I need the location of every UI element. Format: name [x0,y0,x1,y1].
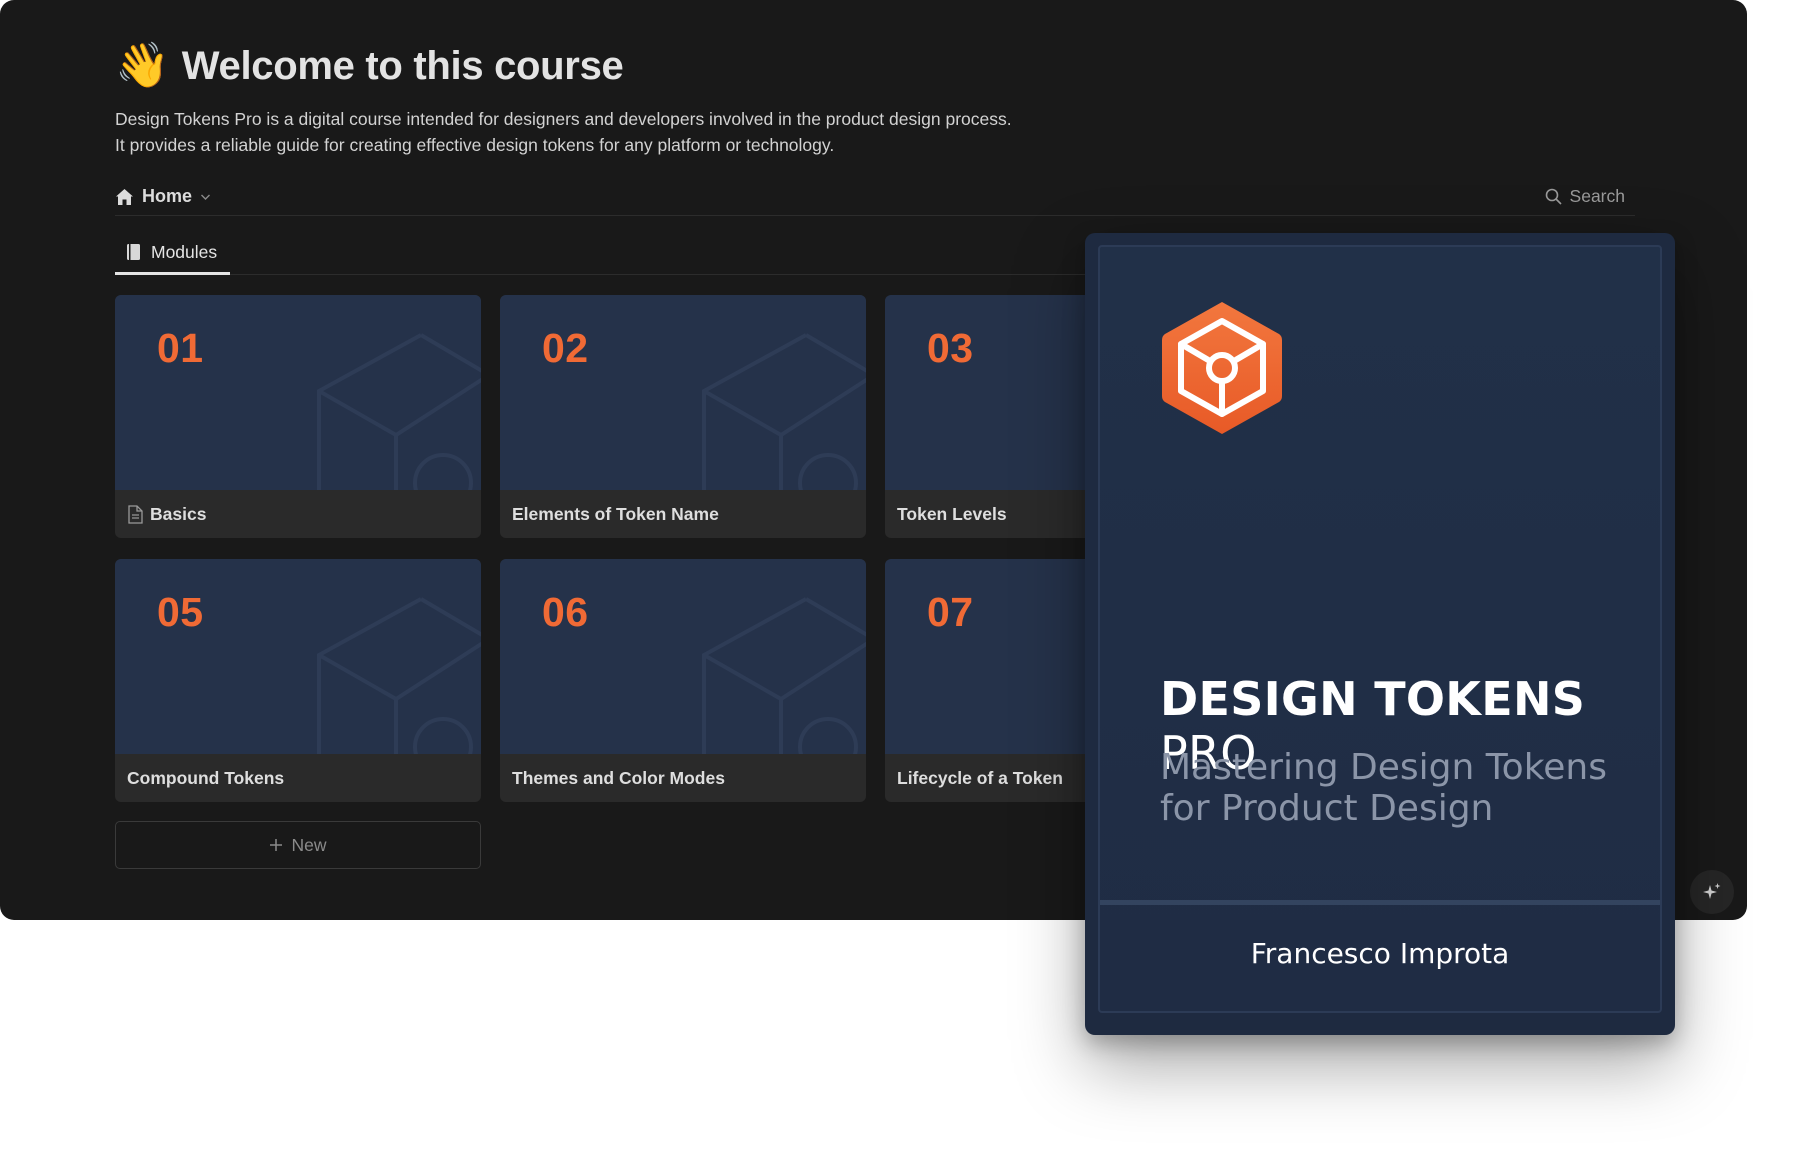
page-title: Welcome to this course [181,43,624,88]
card-cover: 05 [115,559,481,754]
module-title: Token Levels [897,503,1007,524]
module-title: Basics [150,503,207,524]
cube-watermark-icon [317,333,481,490]
home-label: Home [142,186,193,206]
description-line-2: It provides a reliable guide for creatin… [115,135,835,155]
home-icon [116,188,133,205]
ai-assistant-button[interactable] [1690,870,1734,914]
page-description: Design Tokens Pro is a digital course in… [115,106,1635,158]
title-row: 👋 Welcome to this course [115,40,1635,92]
hexagon-cube-logo [1162,302,1282,434]
module-number: 07 [927,589,974,635]
page-icon [128,504,143,524]
chevron-down-icon [201,194,211,200]
search-icon [1545,188,1562,205]
card-cover: 02 [500,295,866,490]
module-card-05[interactable]: 05 Compound Tokens [115,559,481,802]
book-cover: DESIGN TOKENS PRO Mastering Design Token… [1085,233,1675,1035]
module-number: 05 [157,589,204,635]
tab-modules[interactable]: Modules [115,232,230,275]
module-number: 03 [927,325,974,371]
module-card-06[interactable]: 06 Themes and Color Modes [500,559,866,802]
card-footer: Compound Tokens [115,754,481,802]
description-line-1: Design Tokens Pro is a digital course in… [115,109,1012,129]
book-cover-inner: DESIGN TOKENS PRO Mastering Design Token… [1098,245,1662,1013]
plus-icon [270,839,283,851]
home-breadcrumb[interactable]: Home [115,186,211,207]
new-module-button[interactable]: New [115,821,481,869]
new-button-label: New [291,834,327,855]
tab-modules-label: Modules [151,241,218,262]
page-header: 👋 Welcome to this course Design Tokens P… [115,40,1635,158]
search-button[interactable]: Search [1545,186,1625,207]
card-cover: 01 [115,295,481,490]
module-number: 06 [542,589,589,635]
book-author: Francesco Improta [1250,937,1510,970]
book-subtitle: Mastering Design Tokens for Product Desi… [1160,747,1607,829]
cube-watermark-icon [702,597,866,754]
module-card-02[interactable]: 02 Elements of Token Name [500,295,866,538]
search-label: Search [1569,186,1625,206]
card-footer: Themes and Color Modes [500,754,866,802]
cover-divider [1100,900,1660,905]
module-number: 01 [157,325,204,371]
book-icon [127,244,140,260]
card-footer: Elements of Token Name [500,490,866,538]
card-cover: 06 [500,559,866,754]
module-title: Compound Tokens [127,767,285,788]
card-footer: Basics [115,490,481,538]
sparkle-icon [1703,883,1721,899]
module-title: Themes and Color Modes [512,767,725,788]
module-title: Elements of Token Name [512,503,719,524]
module-title: Lifecycle of a Token [897,767,1063,788]
module-card-01[interactable]: 01 Basics [115,295,481,538]
waving-hand-icon: 👋 [115,40,170,91]
module-number: 02 [542,325,589,371]
cube-watermark-icon [317,597,481,754]
nav-bar: Home Search [115,178,1635,216]
cube-watermark-icon [702,333,866,490]
book-title-bold: DESIGN TOKENS [1160,672,1586,726]
